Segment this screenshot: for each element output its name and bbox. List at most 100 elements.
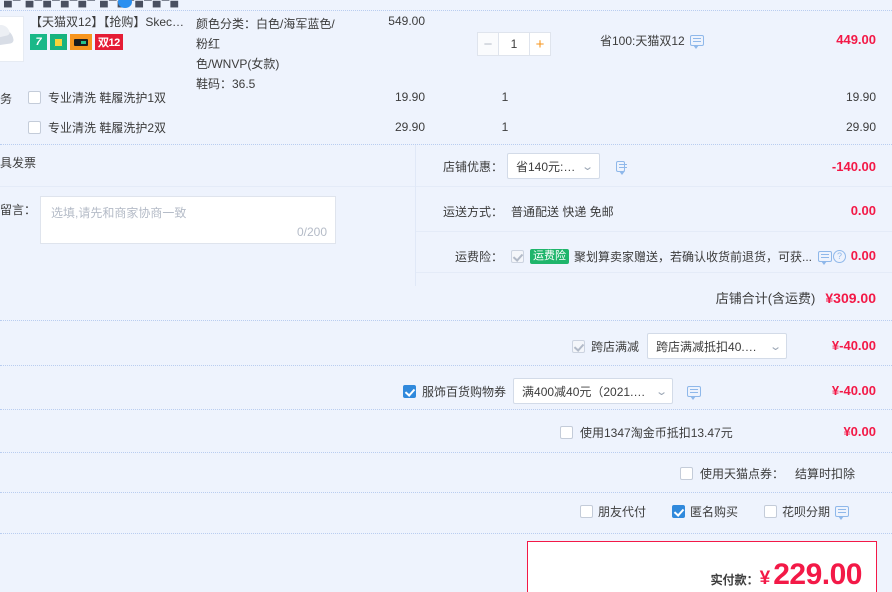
- shipping-method-row: 运送方式： 普通配送 快递 免邮: [425, 203, 614, 220]
- product-unit-price: 549.00: [388, 14, 425, 28]
- tmall-points-checkbox[interactable]: [680, 467, 693, 480]
- product-subtotal: 449.00: [836, 32, 876, 47]
- cross-shop-discount-select[interactable]: 跨店满减抵扣40.00元 ⌄: [647, 333, 788, 359]
- product-promotion-label: 省100:天猫双12: [600, 34, 685, 48]
- product-badges: 7 双12: [30, 34, 123, 50]
- tao-coin-label: 使用1347淘金币抵扣13.47元: [580, 426, 733, 440]
- shop-coupon-select-value: 省140元:88888105: [516, 159, 575, 174]
- cross-shop-discount-label: 跨店满减: [591, 339, 640, 354]
- panel-vertical-divider: [415, 145, 416, 286]
- quantity-input[interactable]: 1: [499, 32, 529, 56]
- shop-coupon-label: 店铺优惠：: [442, 159, 503, 174]
- freight-insurance-text: 聚划算卖家赠送，若确认收货前退货，可获...: [574, 250, 813, 264]
- service-checkbox-2[interactable]: [28, 121, 41, 134]
- anonymous-buy-checkbox[interactable]: [672, 505, 686, 518]
- cut-off-text: ▄▀ ▄▀▄▀▄▀▄▀ ▄▀▄▀▄▀▄▀▄: [4, 0, 180, 7]
- divider-after-shop-total: [0, 320, 892, 321]
- divider-insurance-bottom: [416, 272, 892, 273]
- divider-shipping-bottom: [416, 231, 892, 232]
- product-spec: 颜色分类：白色/海军蓝色/粉红 色/WNVP(女款) 鞋码：36.5: [196, 14, 346, 94]
- shop-coupon-row: 店铺优惠： 省140元:88888105 ⌄: [425, 153, 627, 179]
- divider-coupon-bottom: [416, 186, 892, 187]
- friend-pay-option[interactable]: 朋友代付: [580, 503, 646, 520]
- huabei-tip-icon[interactable]: [835, 506, 850, 520]
- service-section-label: 服务: [0, 92, 13, 106]
- service-row-2[interactable]: 专业清洗 鞋履洗护2双: [28, 119, 166, 136]
- checkout-order-panel: ▄▀ ▄▀▄▀▄▀▄▀ ▄▀▄▀▄▀▄▀▄ 【天猫双12】【抢购】Skeche.…: [0, 0, 892, 592]
- product-thumbnail[interactable]: [0, 16, 24, 62]
- huabei-installment-option[interactable]: 花呗分期: [764, 503, 850, 520]
- service-sum-1: 19.90: [845, 90, 876, 104]
- cut-off-top-row: ▄▀ ▄▀▄▀▄▀▄▀ ▄▀▄▀▄▀▄▀▄: [0, 0, 892, 10]
- tao-coin-amount: ¥0.00: [843, 424, 876, 439]
- shopping-voucher-amount: ¥-40.00: [831, 383, 876, 398]
- cross-shop-discount-checkbox[interactable]: [572, 339, 585, 353]
- freight-insurance-amount: 0.00: [850, 248, 876, 263]
- service-row-1[interactable]: 专业清洗 鞋履洗护1双: [28, 89, 166, 106]
- double12-badge: 双12: [95, 34, 123, 50]
- seven-day-return-badge: 7: [30, 34, 47, 50]
- friend-pay-checkbox[interactable]: [580, 505, 593, 518]
- freight-insurance-checkbox[interactable]: [511, 250, 524, 263]
- chevron-down-icon: ⌄: [768, 340, 782, 353]
- freight-insurance-tag: 运费险: [530, 249, 569, 264]
- cross-shop-discount-value: 跨店满减抵扣40.00元: [656, 339, 763, 354]
- service-label-2: 专业清洗 鞋履洗护2双: [48, 121, 167, 135]
- product-spec-line-1: 颜色分类：白色/海军蓝色/粉红: [196, 17, 335, 51]
- gold-coin-badge: [50, 34, 67, 50]
- huabei-installment-label: 花呗分期: [782, 505, 831, 519]
- tmall-points-label: 使用天猫点券：: [700, 467, 785, 481]
- quantity-minus-button[interactable]: −: [477, 32, 499, 56]
- tao-coin-row: 使用1347淘金币抵扣13.47元: [560, 424, 733, 441]
- quantity-plus-button[interactable]: +: [529, 32, 551, 56]
- divider-top: [0, 10, 892, 11]
- anonymous-buy-option[interactable]: 匿名购买: [672, 503, 738, 520]
- product-title[interactable]: 【天猫双12】【抢购】Skeche...: [30, 14, 190, 31]
- buyer-message-input[interactable]: 选填,请先和商家协商一致 0/200: [40, 196, 336, 244]
- divider-after-cross-shop: [0, 365, 892, 366]
- shipping-method-value[interactable]: 普通配送 快递 免邮: [511, 203, 614, 220]
- divider-after-tmall-points: [0, 492, 892, 493]
- shopping-voucher-value: 满400减40元（2021.12.1...: [522, 384, 649, 399]
- shop-coupon-amount: -140.00: [831, 159, 876, 174]
- tmall-points-row: 使用天猫点券：: [680, 465, 784, 482]
- service-label-1: 专业清洗 鞋履洗护1双: [48, 91, 167, 105]
- service-checkbox-1[interactable]: [28, 91, 41, 104]
- shipping-method-label: 运送方式：: [442, 205, 503, 219]
- chevron-down-icon: ⌄: [581, 160, 595, 173]
- invoice-label[interactable]: 开具发票: [0, 154, 36, 171]
- friend-pay-label: 朋友代付: [598, 505, 647, 519]
- product-spec-line-2: 色/WNVP(女款): [196, 57, 280, 71]
- service-price-1: 19.90: [394, 90, 425, 104]
- product-spec-line-3: 鞋码：36.5: [196, 77, 256, 91]
- payment-summary-box: 实付款： ¥ 229.00: [527, 541, 877, 592]
- huabei-installment-checkbox[interactable]: [764, 505, 778, 518]
- divider-after-services: [0, 144, 892, 145]
- product-row: 【天猫双12】【抢购】Skeche... 7 双12 颜色分类：白色/海军蓝色/…: [0, 14, 892, 91]
- divider-invoice-bottom: [0, 186, 415, 187]
- tao-coin-checkbox[interactable]: [560, 426, 573, 439]
- payment-label: 实付款：: [710, 573, 759, 587]
- buyer-message-placeholder: 选填,请先和商家协商一致: [51, 206, 187, 220]
- cross-shop-discount-row: 跨店满减 跨店满减抵扣40.00元 ⌄: [572, 333, 788, 359]
- shop-total-row: 店铺合计(含运费) ¥309.00: [716, 288, 876, 307]
- promotion-tip-icon[interactable]: [689, 35, 704, 49]
- service-price-2: 29.90: [394, 120, 425, 134]
- card-badge: [70, 34, 92, 50]
- shopping-voucher-checkbox[interactable]: [403, 384, 416, 398]
- freight-insurance-row: 运费险： 运费险 聚划算卖家赠送，若确认收货前退货，可获... ?: [425, 248, 847, 265]
- shipping-amount: 0.00: [850, 203, 876, 218]
- payment-amount-group: 实付款： ¥ 229.00: [710, 558, 863, 592]
- shop-coupon-tip-icon[interactable]: [615, 160, 627, 175]
- buyer-message-label: 家留言：: [0, 203, 37, 217]
- shop-coupon-select[interactable]: 省140元:88888105 ⌄: [507, 153, 600, 179]
- anonymous-buy-label: 匿名购买: [690, 505, 739, 519]
- shopping-voucher-select[interactable]: 满400减40元（2021.12.1... ⌄: [513, 378, 674, 404]
- divider-after-voucher: [0, 409, 892, 410]
- chevron-down-icon: ⌄: [654, 385, 668, 398]
- divider-after-tao-coin: [0, 452, 892, 453]
- payment-amount: 229.00: [773, 558, 862, 591]
- shopping-voucher-tip-icon[interactable]: [687, 385, 702, 400]
- quantity-stepper[interactable]: − 1 +: [477, 32, 551, 56]
- shop-total-amount: ¥309.00: [825, 290, 876, 306]
